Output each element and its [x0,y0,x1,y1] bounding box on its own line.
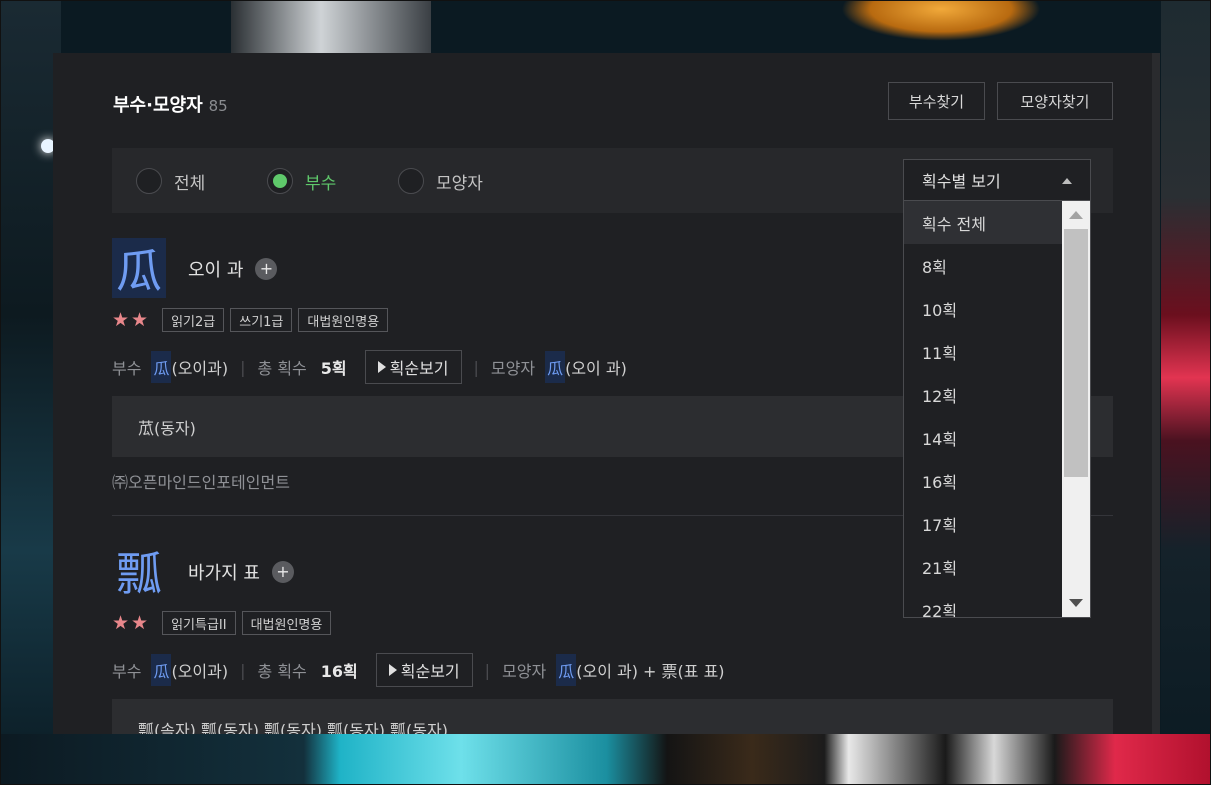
strokes-value: 16획 [320,662,358,681]
hanja-char[interactable]: 瓢 [112,541,166,601]
tag: 읽기2급 [162,308,225,332]
radio-label: 전체 [174,173,206,194]
shape-label: 모양자 [502,662,547,681]
dropdown-option[interactable]: 17획 [904,502,1062,545]
panel-scrollbar[interactable] [1152,53,1160,734]
star-rating: ★★ [112,309,151,331]
shape-desc: (오이 과) + 票(표 표) [576,662,725,681]
radio-radical[interactable]: 부수 [267,168,336,194]
scroll-up-icon[interactable] [1069,211,1083,219]
meaning-text[interactable]: 오이 과 [188,256,243,282]
level-tags: ★★ 읽기2급 쓰기1급 대법원인명용 [112,308,389,332]
dropdown-scrollbar[interactable] [1062,201,1090,617]
dropdown-list: 획수 전체 8획 10획 11획 12획 14획 16획 17획 21획 22획 [903,201,1091,618]
shape-label: 모양자 [490,359,536,378]
radical-char[interactable]: 瓜 [151,351,172,383]
radio-circle[interactable] [136,168,162,194]
section-header: 부수·모양자 85 [113,91,228,117]
dropdown-option[interactable]: 14획 [904,416,1062,459]
dropdown-option[interactable]: 획수 전체 [904,201,1062,244]
tag: 대법원인명용 [298,308,389,332]
stroke-order-button[interactable]: 획순보기 [364,350,462,384]
strokes-label: 총 획수 [257,662,307,681]
radio-all[interactable]: 전체 [136,168,205,194]
hanja-info-row: 부수 瓜 (오이과) | 총 획수 5획 획순보기 | 모양자 瓜 (오이 과) [112,350,627,384]
radio-label: 모양자 [436,173,483,194]
star-rating: ★★ [112,612,151,634]
stroke-filter-dropdown[interactable]: 획수별 보기 획수 전체 8획 10획 11획 12획 14획 16획 17획 … [903,159,1091,618]
section-count: 85 [208,97,228,115]
level-tags: ★★ 읽기특급II 대법원인명용 [112,611,332,635]
copyright: ㈜오픈마인드인포테인먼트 [112,473,290,492]
radical-desc: (오이과) [171,662,229,681]
shape-desc: (오이 과) [565,359,627,378]
dropdown-trigger[interactable]: 획수별 보기 [903,159,1091,201]
dropdown-option[interactable]: 11획 [904,330,1062,373]
dropdown-selected: 획수별 보기 [922,172,1001,191]
hanja-info-row: 부수 瓜 (오이과) | 총 획수 16획 획순보기 | 모양자 瓜 (오이 과… [112,653,725,687]
meaning-text[interactable]: 바가지 표 [188,559,260,585]
radio-circle[interactable] [267,168,293,194]
hanja-char[interactable]: 瓜 [112,238,166,298]
radical-desc: (오이과) [171,359,229,378]
shape-char[interactable]: 瓜 [545,351,566,383]
section-title: 부수·모양자 [113,95,203,116]
scroll-thumb[interactable] [1064,229,1088,477]
dropdown-option[interactable]: 12획 [904,373,1062,416]
dropdown-option[interactable]: 16획 [904,459,1062,502]
stroke-order-button[interactable]: 획순보기 [375,653,473,687]
radio-label: 부수 [305,173,337,194]
radical-label: 부수 [112,662,142,681]
radio-shape[interactable]: 모양자 [398,168,483,194]
dropdown-option[interactable]: 22획 [904,588,1062,618]
dropdown-option[interactable]: 21획 [904,545,1062,588]
shape-search-button[interactable]: 모양자찾기 [997,82,1113,120]
radical-label: 부수 [112,359,142,378]
related-chars[interactable]: 瓢(속자) 瓢(동자) 瓢(동자) 瓢(동자) 瓢(동자) [112,699,1113,734]
plus-icon[interactable]: + [271,561,294,583]
strokes-value: 5획 [320,359,347,378]
scroll-down-icon[interactable] [1069,599,1083,607]
shape-char[interactable]: 瓜 [556,654,577,686]
strokes-label: 총 획수 [257,359,307,378]
radical-search-button[interactable]: 부수찾기 [888,82,985,120]
hanja-meaning: 오이 과 + [188,256,278,282]
tag: 대법원인명용 [241,611,332,635]
radio-circle[interactable] [398,168,424,194]
hanja-meaning: 바가지 표 + [188,559,294,585]
caret-up-icon [1062,178,1072,184]
plus-icon[interactable]: + [255,258,278,280]
tag: 읽기특급II [162,611,236,635]
dropdown-option[interactable]: 10획 [904,287,1062,330]
tag: 쓰기1급 [230,308,293,332]
radical-char[interactable]: 瓜 [151,654,172,686]
dropdown-option[interactable]: 8획 [904,244,1062,287]
